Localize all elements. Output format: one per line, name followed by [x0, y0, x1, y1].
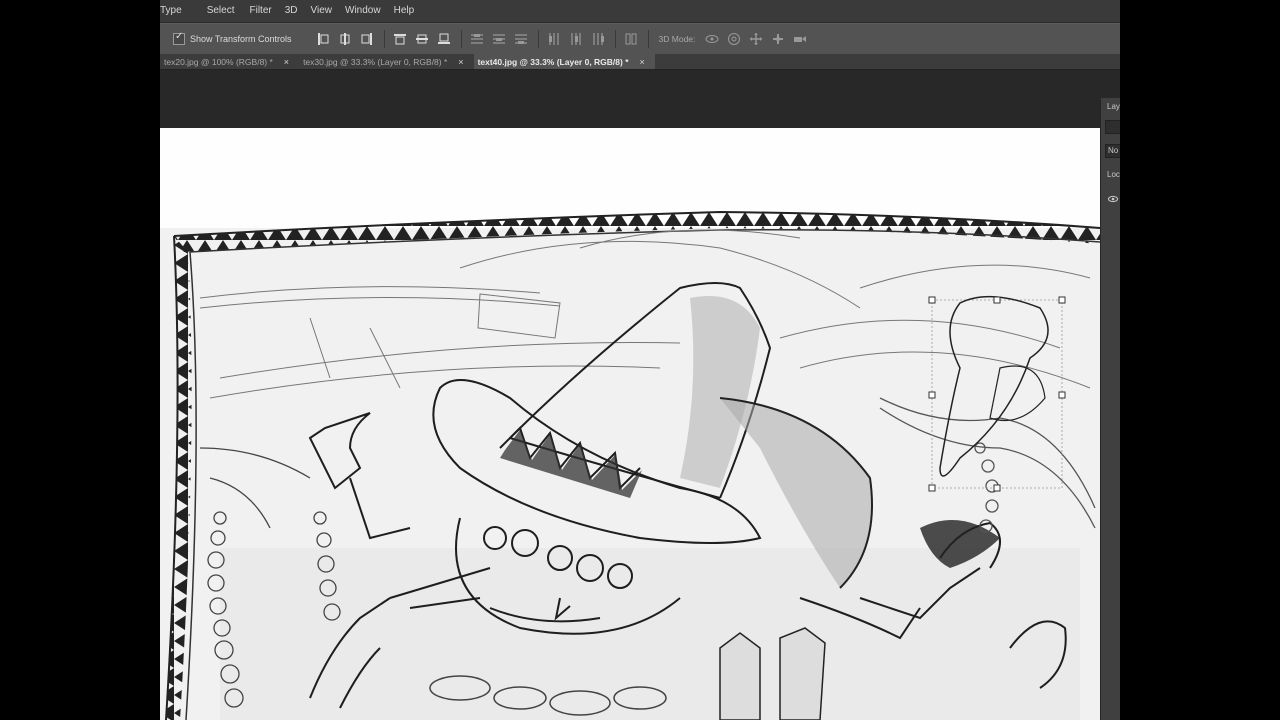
align-horizontal-centers-icon[interactable] [415, 32, 429, 46]
tab-tex30[interactable]: tex30.jpg @ 33.3% (Layer 0, RGB/8) * × [299, 54, 474, 69]
distribute-middle-icon[interactable] [492, 32, 506, 46]
auto-align-layers-icon[interactable] [624, 32, 638, 46]
lock-label: Lock [1107, 170, 1120, 179]
menu-help[interactable]: Help [390, 0, 424, 22]
distribute-right-icon[interactable] [591, 32, 605, 46]
options-divider [614, 30, 616, 48]
distribute-bottom-icon[interactable] [514, 32, 528, 46]
menu-select[interactable]: Select [191, 0, 244, 22]
3d-scale-icon[interactable] [793, 32, 807, 46]
3d-mode-label: 3D Mode: [658, 34, 696, 44]
align-left-edges-icon[interactable] [393, 32, 407, 46]
align-right-edges-icon[interactable] [437, 32, 451, 46]
tab-label: tex30.jpg @ 33.3% (Layer 0, RGB/8) * [303, 56, 448, 67]
menu-type[interactable]: Type [160, 0, 191, 22]
show-transform-controls-label: Show Transform Controls [190, 34, 292, 44]
distribute-center-icon[interactable] [569, 32, 583, 46]
menu-3d[interactable]: 3D [281, 0, 307, 22]
align-top-edges-icon[interactable] [316, 32, 330, 46]
close-icon[interactable]: × [284, 57, 289, 67]
layers-panel: Lay No Lock [1100, 98, 1120, 720]
document-canvas[interactable] [160, 128, 1100, 720]
tab-tex20[interactable]: tex20.jpg @ 100% (RGB/8) * × [160, 54, 299, 69]
3d-slide-icon[interactable] [771, 32, 785, 46]
close-icon[interactable]: × [640, 57, 645, 67]
options-divider [647, 30, 649, 48]
blend-mode-select[interactable]: No [1105, 144, 1120, 158]
tab-label: text40.jpg @ 33.3% (Layer 0, RGB/8) * [477, 56, 629, 67]
options-divider [460, 30, 462, 48]
tab-text40[interactable]: text40.jpg @ 33.3% (Layer 0, RGB/8) * × [473, 54, 655, 69]
canvas-workspace[interactable] [160, 70, 1100, 720]
document-tabs: tex20.jpg @ 100% (RGB/8) * × tex30.jpg @… [160, 54, 1120, 70]
pencil-sketch-artwork [160, 210, 1100, 720]
layer-filter-search-icon[interactable] [1105, 120, 1120, 134]
3d-pan-icon[interactable] [749, 32, 763, 46]
options-bar: Show Transform Controls 3D Mode: [160, 23, 1120, 55]
menu-view[interactable]: View [307, 0, 342, 22]
distribute-left-icon[interactable] [547, 32, 561, 46]
3d-roll-icon[interactable] [727, 32, 741, 46]
show-transform-controls-checkbox[interactable] [173, 31, 185, 45]
options-divider [537, 30, 539, 48]
menu-filter[interactable]: Filter [243, 0, 280, 22]
align-vertical-centers-icon[interactable] [338, 32, 352, 46]
blend-mode-value: No [1108, 146, 1119, 155]
3d-rotate-icon[interactable] [705, 32, 719, 46]
layers-panel-title[interactable]: Lay [1107, 102, 1120, 111]
photoshop-window: Type Select Filter 3D View Window Help S… [160, 0, 1120, 720]
distribute-top-icon[interactable] [470, 32, 484, 46]
menu-window[interactable]: Window [341, 0, 390, 22]
menu-bar: Type Select Filter 3D View Window Help [160, 0, 1120, 23]
tab-label: tex20.jpg @ 100% (RGB/8) * [164, 56, 273, 67]
layer-visibility-eye-icon[interactable] [1108, 194, 1118, 204]
close-icon[interactable]: × [458, 57, 463, 67]
options-divider [383, 30, 385, 48]
align-bottom-edges-icon[interactable] [360, 32, 374, 46]
